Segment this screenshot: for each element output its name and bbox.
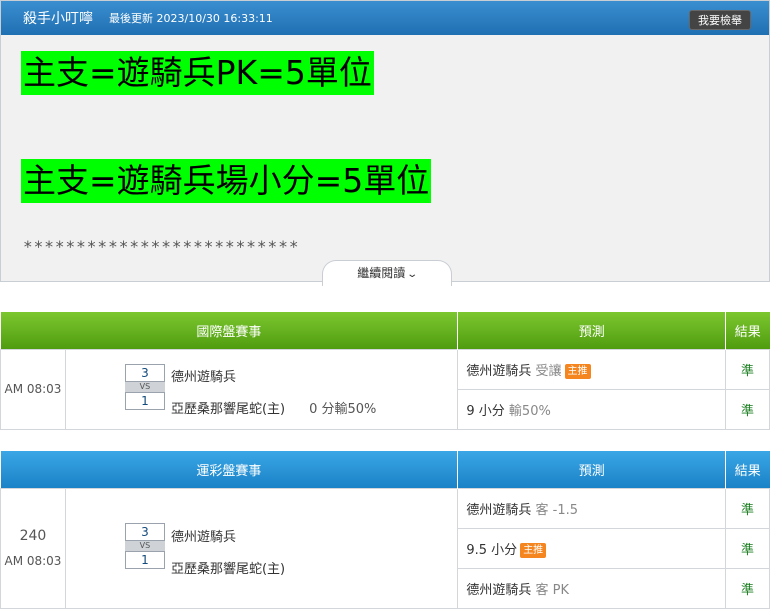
prediction-cell: 9.5 小分 主推 [457,527,727,569]
prediction-sub: 客 -1.5 [535,502,579,518]
featured-badge: 主推 [564,363,591,379]
col-header-prediction: 預測 [457,312,727,349]
chevron-down-icon: ⌄ [406,269,419,280]
prediction-sub: 受讓 [535,363,562,379]
vs-label: VS [124,381,165,392]
match-cell: 3 VS 1 德州遊騎兵 亞歷桑那響尾蛇(主) [64,487,459,609]
col-header-result: 結果 [725,312,770,349]
read-more-label: 繼續閱讀 [357,266,406,280]
prediction-main: 9 小分 [466,403,505,419]
game-number: 240 [19,528,47,544]
table-row: AM 08:03 3 VS 1 德州遊騎兵 亞歷桑那響尾蛇(主) 0 分輸50% … [0,348,770,430]
score-home: 3 [124,522,165,541]
team-away-row: 亞歷桑那響尾蛇(主) 0 分輸50% [171,398,376,417]
team-home[interactable]: 德州遊騎兵 [171,366,236,385]
highlight-pick-2: 主支=遊騎兵場小分=5單位 [21,159,432,203]
prediction-cell: 德州遊騎兵 受讓 主推 [457,348,727,390]
col-header-international: 國際盤賽事 [0,312,459,349]
col-header-prediction: 預測 [457,451,727,488]
panel-titlebar: 殺手小叮嚀 最後更新 2023/10/30 16:33:11 我要檢舉 [1,1,769,35]
team-away[interactable]: 亞歷桑那響尾蛇(主) [171,558,285,577]
prediction-main: 9.5 小分 [466,542,518,558]
result-cell: 準 [725,487,770,529]
read-more-button[interactable]: 繼續閱讀⌄ [322,260,452,286]
scoreboard: 3 VS 1 [124,363,165,410]
highlight-pick-1: 主支=遊騎兵PK=5單位 [21,51,374,95]
team-away[interactable]: 亞歷桑那響尾蛇(主) [171,402,285,417]
game-time-cell: 240 AM 08:03 [0,487,66,609]
prediction-sub: 客 PK [535,582,570,598]
prediction-sub: 輸50% [508,403,551,419]
prediction-cell: 9 小分 輸50% [457,388,727,430]
international-table: 國際盤賽事 預測 結果 AM 08:03 3 VS 1 德州遊騎兵 亞歷桑那響尾… [0,312,770,430]
handicap-result: 0 分輸50% [309,401,377,417]
prediction-main: 德州遊騎兵 [466,502,532,518]
prediction-main: 德州遊騎兵 [466,582,532,598]
result-cell: 準 [725,388,770,430]
panel-title: 殺手小叮嚀 [23,11,93,27]
team-home[interactable]: 德州遊騎兵 [171,526,236,545]
lottery-table: 運彩盤賽事 預測 結果 240 AM 08:03 3 VS 1 德州遊騎兵 亞歷… [0,451,770,609]
result-cell: 準 [725,348,770,390]
tip-panel: 殺手小叮嚀 最後更新 2023/10/30 16:33:11 我要檢舉 主支=遊… [0,0,770,282]
prediction-cell: 德州遊騎兵 客 PK [457,567,727,609]
featured-badge: 主推 [520,542,547,558]
last-updated: 最後更新 2023/10/30 16:33:11 [109,12,273,25]
prediction-main: 德州遊騎兵 [466,363,532,379]
result-cell: 準 [725,567,770,609]
result-cell: 準 [725,527,770,569]
score-away: 1 [124,391,165,410]
scoreboard: 3 VS 1 [124,522,165,569]
col-header-result: 結果 [725,451,770,488]
report-button[interactable]: 我要檢舉 [689,10,751,30]
score-away: 1 [124,550,165,569]
vs-label: VS [124,540,165,551]
table-row: 240 AM 08:03 3 VS 1 德州遊騎兵 亞歷桑那響尾蛇(主) 德州遊… [0,487,770,609]
prediction-cell: 德州遊騎兵 客 -1.5 [457,487,727,529]
star-divider: ************************** [23,237,300,256]
panel-content: 主支=遊騎兵PK=5單位 主支=遊騎兵場小分=5單位 *************… [1,35,769,281]
game-time: AM 08:03 [4,554,62,568]
game-time: AM 08:03 [0,348,66,430]
col-header-lottery: 運彩盤賽事 [0,451,459,488]
score-home: 3 [124,363,165,382]
match-cell: 3 VS 1 德州遊騎兵 亞歷桑那響尾蛇(主) 0 分輸50% [64,348,459,430]
